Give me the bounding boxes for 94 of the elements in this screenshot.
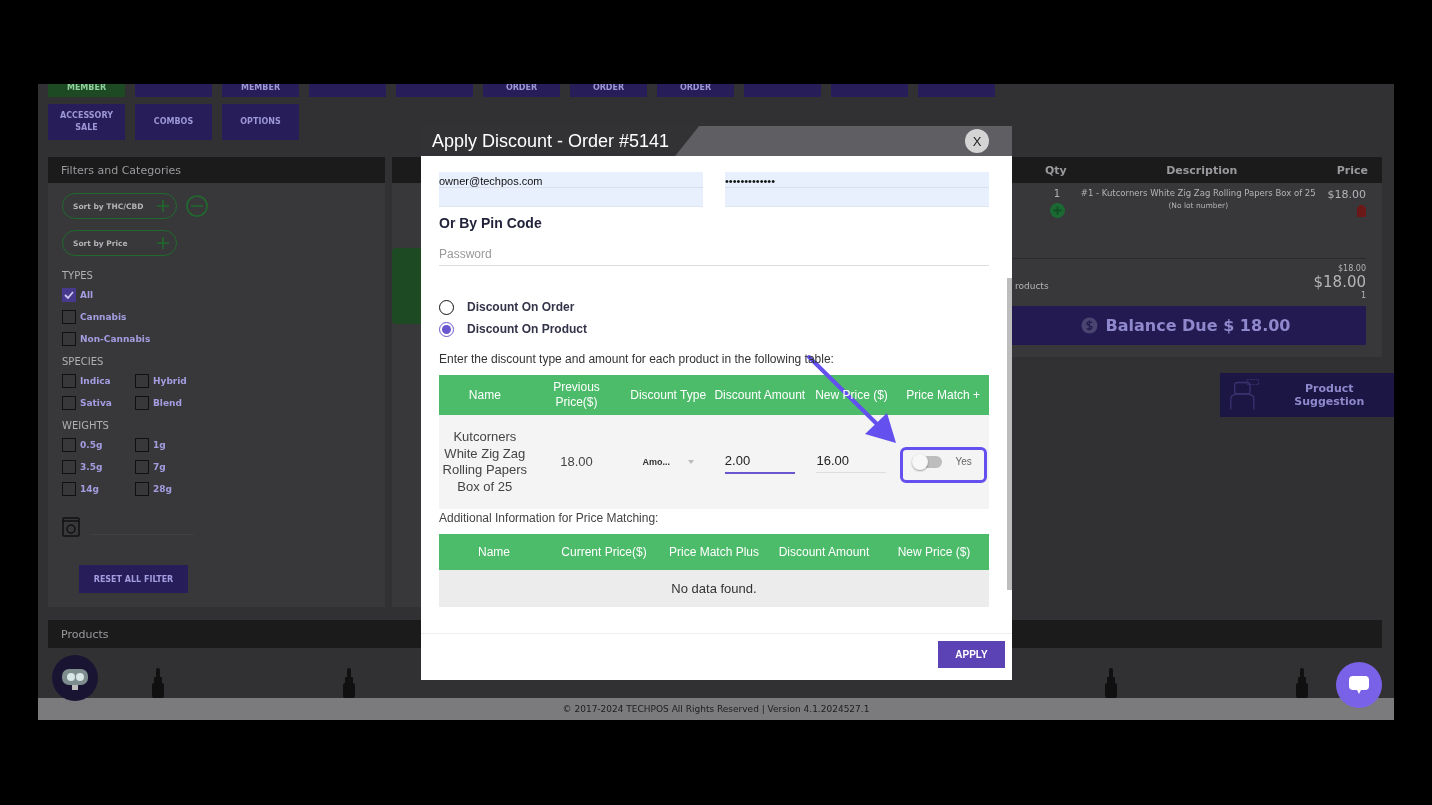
toolbar-button[interactable]: ORDER — [657, 84, 734, 97]
minus-circle-icon[interactable] — [186, 195, 208, 217]
option-label: 14g — [80, 483, 99, 494]
option-label: 1g — [153, 439, 166, 450]
total-amount: $18.00 — [1313, 273, 1366, 291]
column-header: Current Price($) — [560, 544, 648, 560]
option-label: 3.5g — [80, 461, 103, 472]
checkbox[interactable] — [62, 459, 76, 474]
option-label: Hybrid — [153, 375, 187, 386]
column-header: New Price ($) — [896, 544, 972, 560]
dialog-title: Apply Discount - Order #5141 — [421, 126, 700, 156]
chat-bubble-icon — [1348, 675, 1370, 695]
checkbox[interactable] — [62, 287, 76, 302]
radio-label: Discount On Product — [467, 322, 587, 336]
toggle-switch[interactable] — [914, 456, 943, 468]
option-label: All — [80, 289, 94, 300]
products-label: roducts — [1015, 281, 1049, 291]
toolbar-button[interactable]: MEMBER — [222, 84, 299, 97]
table-cell-text: 18.00 — [559, 453, 594, 471]
input-field[interactable]: owner@techpos.com — [439, 172, 703, 207]
quantity: 1 — [1053, 188, 1061, 199]
product-suggestion-button[interactable]: Product Suggestion — [1220, 373, 1394, 417]
column-header: Price — [1336, 163, 1368, 177]
column-header: Discount Amount — [714, 387, 806, 403]
robot-face-icon — [60, 666, 90, 690]
option-label: 7g — [153, 461, 166, 472]
column-header: Description — [1166, 163, 1238, 177]
radio-label: Discount On Order — [467, 300, 575, 314]
checkbox[interactable] — [62, 481, 76, 496]
checkbox[interactable] — [62, 373, 76, 388]
panel-title: Filters and Categories — [61, 163, 181, 177]
section-label: WEIGHTS — [62, 420, 110, 431]
column-header: Discount Amount — [777, 544, 871, 560]
scale-icon — [62, 517, 80, 537]
checkbox[interactable] — [135, 481, 149, 496]
panel-title: Products — [61, 627, 109, 641]
item-price: $18.00 — [1327, 188, 1366, 201]
close-button[interactable]: X — [965, 129, 989, 153]
scrollbar-thumb[interactable] — [1007, 278, 1012, 590]
option-label: Indica — [80, 375, 111, 386]
checkbox[interactable] — [135, 395, 149, 410]
section-label: TYPES — [62, 270, 94, 281]
checkbox[interactable] — [135, 459, 149, 474]
column-header: Price Match Plus — [668, 544, 760, 560]
dropper-bottle-icon — [1294, 668, 1309, 698]
toolbar-button[interactable]: ACCESSORY SALE — [48, 104, 125, 140]
checkbox[interactable] — [135, 437, 149, 452]
empty-message: No data found. — [671, 581, 757, 596]
checkbox[interactable] — [62, 395, 76, 410]
checkbox[interactable] — [62, 331, 76, 346]
reset-button[interactable]: RESET ALL FILTER — [79, 565, 188, 593]
dollar-coin-icon — [1080, 317, 1098, 334]
toolbar-button[interactable]: ORDER — [570, 84, 647, 97]
input-field[interactable]: ••••••••••••• — [725, 172, 989, 207]
option-label: Blend — [153, 397, 182, 408]
delete-icon[interactable] — [1357, 205, 1366, 217]
new-price-field[interactable]: 16.00 — [816, 451, 887, 473]
subtotal: $18.00 — [1338, 264, 1366, 273]
table-cell-text: Kutcorners White Zig Zag Rolling Papers Box of 25 — [441, 429, 529, 495]
section-heading: Or By Pin Code — [439, 215, 543, 231]
discount-type-select[interactable]: Amo... — [622, 453, 714, 471]
item-description: #1 - Kutcorners White Zig Zag Rolling Papers Box of 25 — [1080, 188, 1316, 198]
checkbox[interactable] — [62, 309, 76, 324]
option-label: Cannabis — [80, 311, 127, 322]
toolbar-button[interactable]: OPTIONS — [222, 104, 299, 140]
toolbar-button[interactable]: MEMBER — [48, 84, 125, 97]
toggle-label: Yes — [955, 454, 972, 469]
column-header: Price Match + — [905, 387, 981, 403]
plus-icon — [156, 236, 170, 250]
add-icon[interactable] — [1049, 203, 1065, 218]
plus-icon — [156, 199, 170, 213]
section-label: SPECIES — [62, 356, 105, 367]
section-label: Additional Information for Price Matching: — [439, 511, 660, 525]
toolbar-button[interactable]: COMBOS — [135, 104, 212, 140]
column-header: Qty — [1045, 163, 1067, 177]
checkbox[interactable] — [62, 437, 76, 452]
column-header: Name — [477, 544, 511, 560]
dropper-bottle-icon — [341, 668, 356, 698]
column-header: Previous Price($) — [552, 380, 601, 410]
caret-icon — [687, 460, 694, 464]
product-count: 1 — [1360, 291, 1366, 300]
option-label: 0.5g — [80, 439, 103, 450]
amount-field[interactable]: 2.00 — [724, 450, 795, 474]
column-header: Discount Type — [629, 387, 708, 403]
option-label: Sativa — [80, 397, 112, 408]
column-header: Name — [467, 387, 502, 403]
option-label: 28g — [153, 483, 172, 494]
dropper-bottle-icon — [1104, 668, 1119, 698]
toolbar-button[interactable]: ORDER — [483, 84, 560, 97]
option-label: Non-Cannabis — [80, 333, 151, 344]
dropper-bottle-icon — [151, 668, 166, 698]
copyright-text: © 2017-2024 TECHPOS All Rights Reserved | Version 4.1.2024527.1 — [562, 704, 870, 714]
apply-button[interactable]: APPLY — [938, 641, 1005, 668]
checkbox[interactable] — [135, 373, 149, 388]
